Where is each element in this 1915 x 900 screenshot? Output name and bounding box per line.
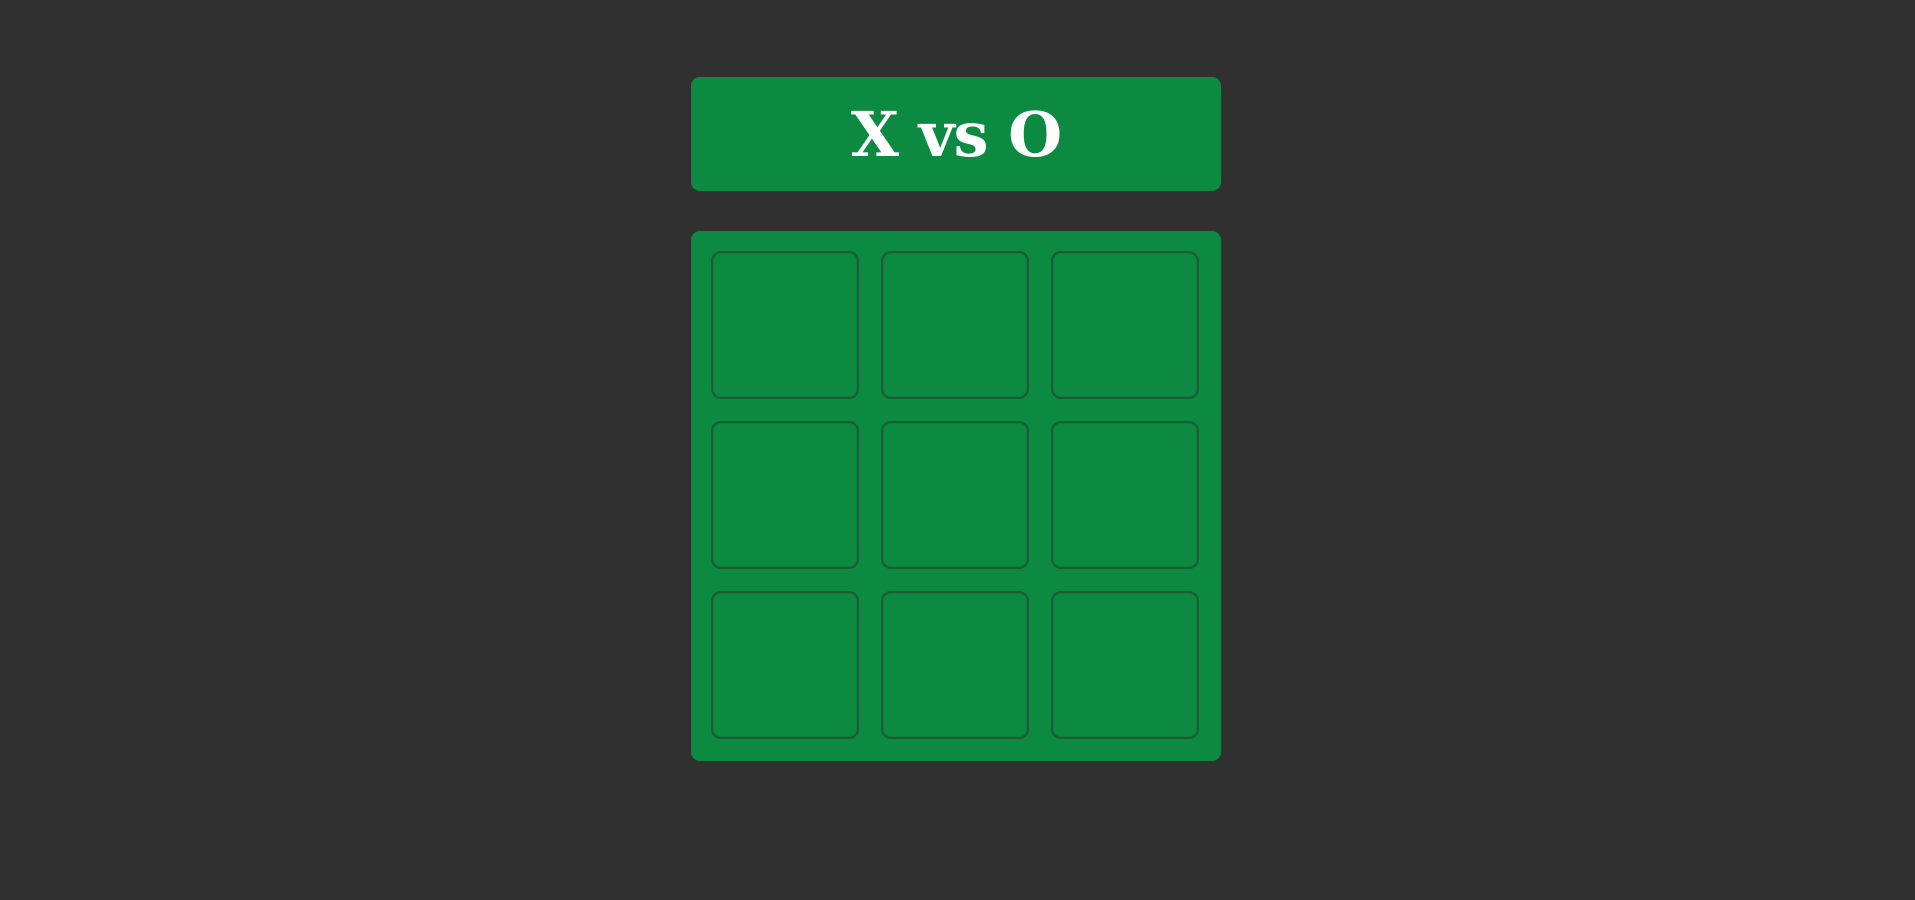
board-cell-2[interactable] xyxy=(881,251,1029,399)
game-title: X vs O xyxy=(850,98,1062,171)
game-board xyxy=(691,231,1221,761)
board-cell-5[interactable] xyxy=(881,421,1029,569)
board-cell-9[interactable] xyxy=(1051,591,1199,739)
board-cell-7[interactable] xyxy=(711,591,859,739)
board-cell-6[interactable] xyxy=(1051,421,1199,569)
board-cell-1[interactable] xyxy=(711,251,859,399)
board-cell-4[interactable] xyxy=(711,421,859,569)
board-cell-3[interactable] xyxy=(1051,251,1199,399)
game-header: X vs O xyxy=(691,77,1221,191)
board-cell-8[interactable] xyxy=(881,591,1029,739)
